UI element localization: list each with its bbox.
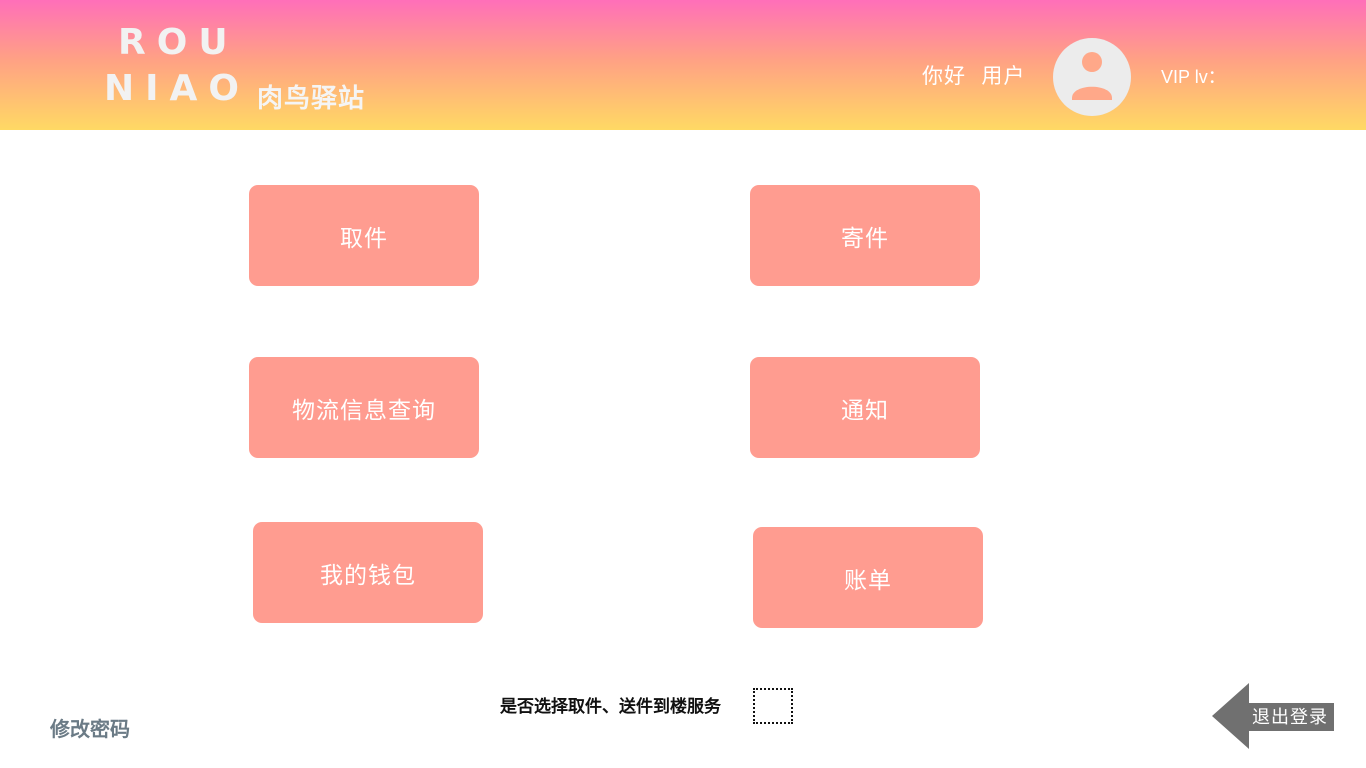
send-button[interactable]: 寄件 bbox=[750, 185, 980, 286]
logo-chinese-name: 肉鸟驿站 bbox=[257, 84, 366, 114]
change-password-link[interactable]: 修改密码 bbox=[50, 713, 130, 742]
notification-button[interactable]: 通知 bbox=[750, 357, 980, 458]
logo-text-line1: ROU bbox=[118, 22, 239, 63]
user-greeting: 你好 用户 bbox=[922, 64, 1026, 88]
pickup-button[interactable]: 取件 bbox=[249, 185, 479, 286]
user-avatar-icon[interactable] bbox=[1053, 38, 1131, 116]
logo-text-line2: NIAO bbox=[104, 68, 250, 109]
bill-button[interactable]: 账单 bbox=[753, 527, 983, 628]
door-service-checkbox[interactable] bbox=[753, 688, 793, 724]
logout-button[interactable]: 退出登录 bbox=[1212, 683, 1334, 749]
door-service-label: 是否选择取件、送件到楼服务 bbox=[500, 697, 721, 717]
wallet-button[interactable]: 我的钱包 bbox=[253, 522, 483, 623]
avatar-person-icon bbox=[1072, 52, 1112, 100]
vip-level-label: VIP lv： bbox=[1161, 67, 1226, 87]
logout-label: 退出登录 bbox=[1252, 707, 1328, 728]
tracking-query-button[interactable]: 物流信息查询 bbox=[249, 357, 479, 458]
header-banner: ROU NIAO 肉鸟驿站 你好 用户 VIP lv： bbox=[0, 0, 1366, 130]
